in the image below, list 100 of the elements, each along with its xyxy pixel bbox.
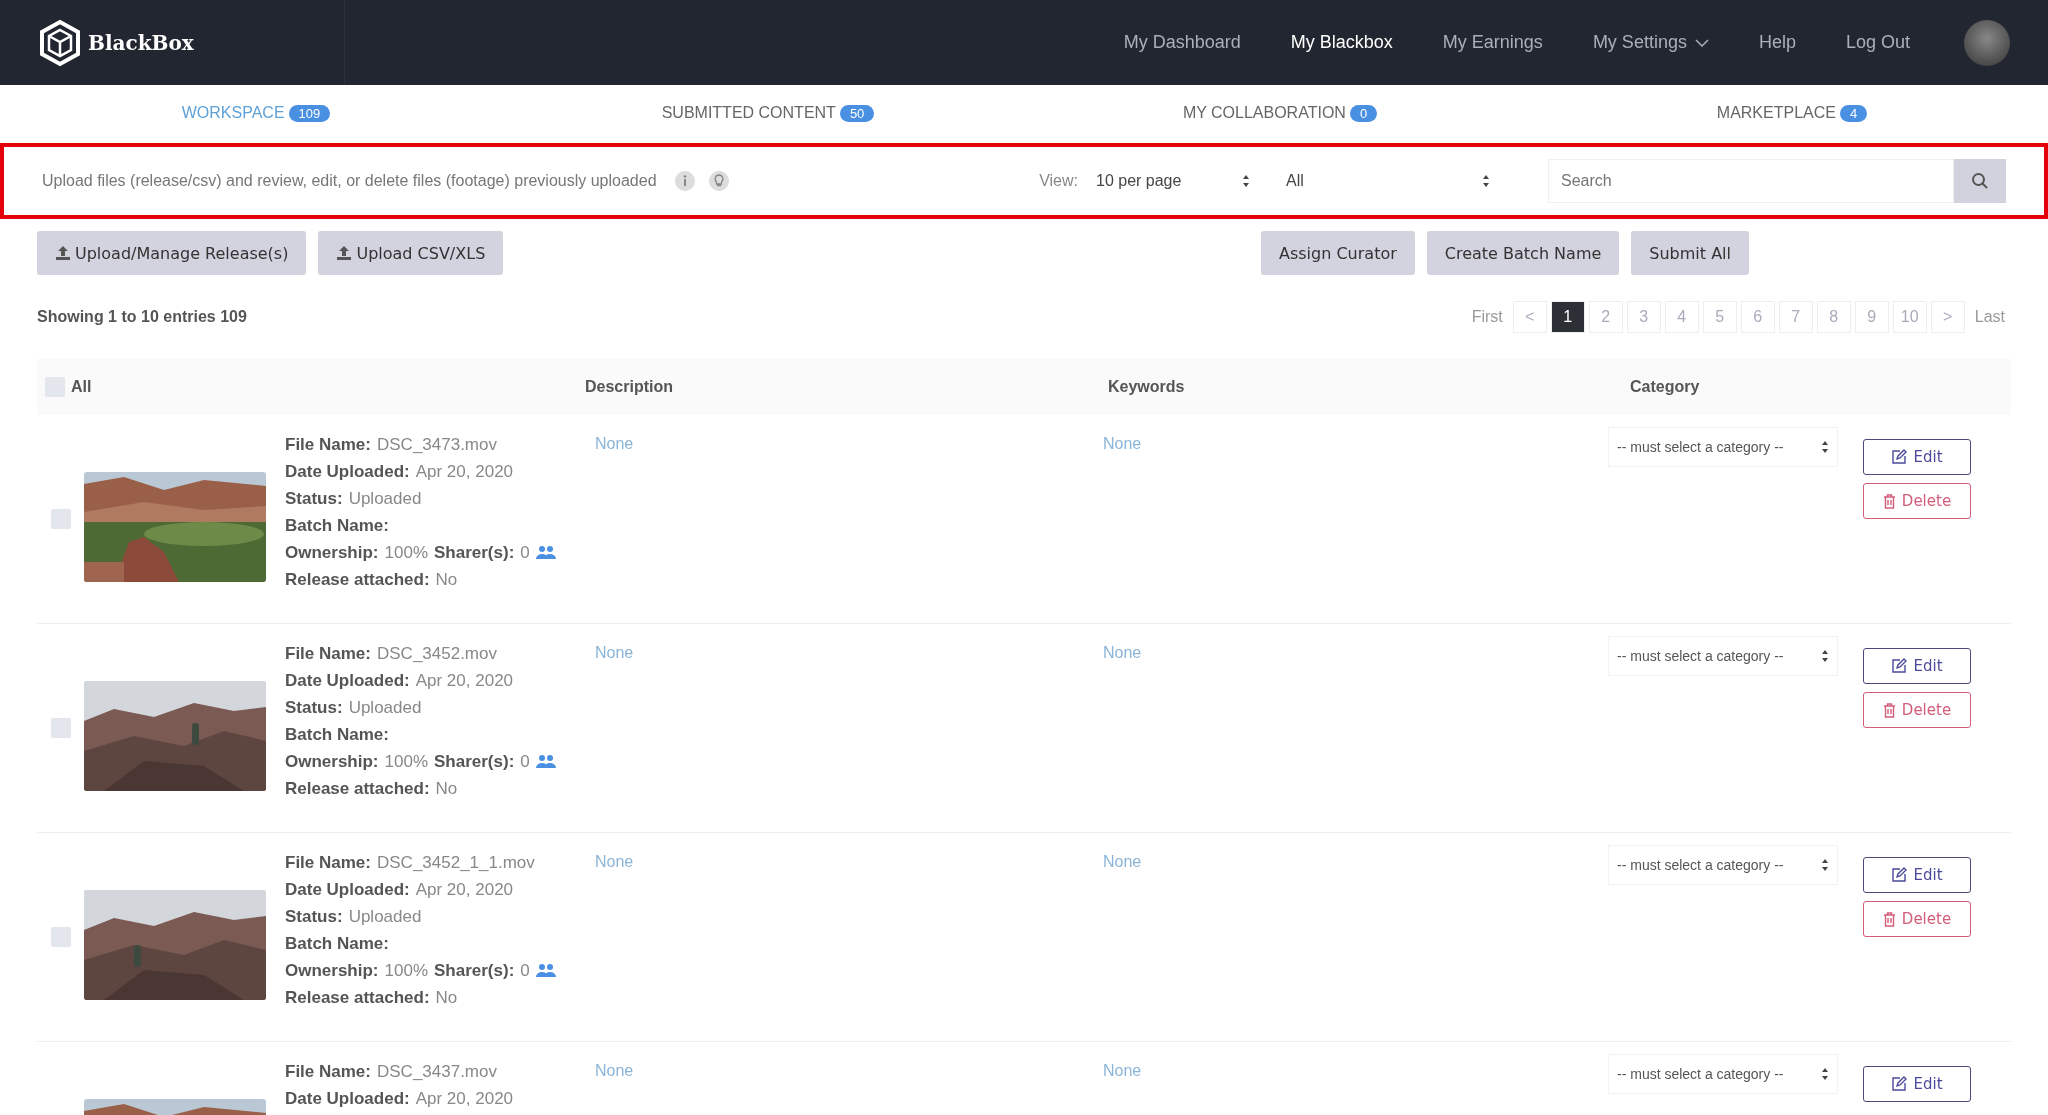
field-value: Uploaded xyxy=(348,907,422,927)
view-label: View: xyxy=(1039,172,1078,190)
filter-select[interactable]: All xyxy=(1278,161,1498,201)
action-button[interactable]: Submit All xyxy=(1631,231,1749,275)
upload-button[interactable]: Upload CSV/XLS xyxy=(318,231,504,275)
field-value: 0 xyxy=(520,543,530,563)
category-select[interactable]: -- must select a category -- xyxy=(1608,427,1838,467)
delete-button[interactable]: Delete xyxy=(1863,901,1971,937)
field-label: Batch Name: xyxy=(285,516,389,536)
nav-link[interactable]: My Dashboard xyxy=(1123,32,1241,53)
nav-link[interactable]: My Settings xyxy=(1592,32,1709,53)
field-label: Date Uploaded: xyxy=(285,880,410,900)
category-select[interactable]: -- must select a category -- xyxy=(1608,845,1838,885)
sort-arrows-icon xyxy=(1821,440,1829,454)
field-label: Release attached: xyxy=(285,988,430,1008)
description-text: None xyxy=(595,435,634,452)
nav-link[interactable]: My Earnings xyxy=(1442,32,1543,53)
field-value: 100% xyxy=(384,961,428,981)
description-text: None xyxy=(595,853,634,870)
category-select[interactable]: -- must select a category -- xyxy=(1608,636,1838,676)
field-label: Date Uploaded: xyxy=(285,462,410,482)
checkbox[interactable] xyxy=(51,509,71,529)
edit-button[interactable]: Edit xyxy=(1863,857,1971,893)
column-header: All xyxy=(71,378,92,396)
delete-button[interactable]: Delete xyxy=(1863,692,1971,728)
keywords-text: None xyxy=(1103,435,1142,452)
avatar[interactable] xyxy=(1964,19,2010,66)
tab[interactable]: SUBMITTED CONTENT 50 xyxy=(512,85,1024,141)
sort-arrows-icon xyxy=(1821,1067,1829,1081)
field-label: Status: xyxy=(285,489,343,509)
upload-icon xyxy=(55,245,71,261)
field-value: Apr 20, 2020 xyxy=(415,1089,514,1109)
per-page-select[interactable]: 10 per page xyxy=(1088,161,1258,201)
sort-arrows-icon xyxy=(1482,174,1490,188)
entries-summary: Showing 1 to 10 entries 109 xyxy=(37,308,247,326)
column-header: Keywords xyxy=(1108,378,1185,395)
field-label: File Name: xyxy=(285,853,371,873)
field-value: 100% xyxy=(384,543,428,563)
edit-icon xyxy=(1891,867,1908,883)
tab[interactable]: MY COLLABORATION 0 xyxy=(1024,85,1536,141)
field-value: Apr 20, 2020 xyxy=(415,880,514,900)
search-button[interactable] xyxy=(1954,159,2006,203)
action-button[interactable]: Assign Curator xyxy=(1261,231,1415,275)
upload-icon xyxy=(336,245,353,261)
action-button[interactable]: Create Batch Name xyxy=(1426,231,1620,275)
sort-arrows-icon xyxy=(1821,858,1829,872)
nav-link[interactable]: Help xyxy=(1758,32,1796,53)
checkbox[interactable] xyxy=(51,927,71,947)
upload-button[interactable]: Upload/Manage Release(s) xyxy=(37,231,307,275)
nav-link[interactable]: Log Out xyxy=(1845,32,1910,53)
column-header: Category xyxy=(1630,378,1700,395)
field-label: File Name: xyxy=(285,435,371,455)
edit-icon xyxy=(1891,658,1908,674)
trash-icon xyxy=(1882,493,1896,509)
count-badge: 4 xyxy=(1839,104,1868,122)
column-header: Description xyxy=(585,378,673,395)
field-label: Ownership: xyxy=(285,543,379,563)
trash-icon xyxy=(1882,911,1896,927)
field-label: Status: xyxy=(285,698,343,718)
field-value: 0 xyxy=(520,752,530,772)
sort-arrows-icon xyxy=(1821,649,1829,663)
sort-arrows-icon xyxy=(1242,174,1250,188)
field-value: No xyxy=(435,570,458,590)
keywords-text: None xyxy=(1103,853,1142,870)
field-value: Apr 20, 2020 xyxy=(415,462,514,482)
edit-button[interactable]: Edit xyxy=(1863,648,1971,684)
checkbox[interactable] xyxy=(51,718,71,738)
description-text: None xyxy=(595,644,634,661)
edit-icon xyxy=(1891,449,1908,465)
edit-icon xyxy=(1891,1076,1908,1092)
field-label: File Name: xyxy=(285,644,371,664)
field-label: Ownership: xyxy=(285,961,379,981)
delete-button[interactable]: Delete xyxy=(1863,483,1971,519)
count-badge: 109 xyxy=(288,104,331,122)
field-value: DSC_3452_1_1.mov xyxy=(377,853,535,873)
field-value: No xyxy=(435,988,458,1008)
brand-name: BlackBox xyxy=(88,30,194,55)
category-select[interactable]: -- must select a category -- xyxy=(1608,1054,1838,1094)
field-value: 0 xyxy=(520,961,530,981)
trash-icon xyxy=(1882,702,1896,718)
search-field[interactable]: Search xyxy=(1548,159,1954,203)
field-label: Batch Name: xyxy=(285,725,389,745)
edit-button[interactable]: Edit xyxy=(1863,1066,1971,1102)
people-icon[interactable] xyxy=(535,545,556,561)
field-label: Date Uploaded: xyxy=(285,1089,410,1109)
keywords-text: None xyxy=(1103,1062,1142,1079)
people-icon[interactable] xyxy=(535,754,556,770)
field-value: No xyxy=(435,779,458,799)
page-button[interactable]: 1 xyxy=(1550,301,1585,333)
tab[interactable]: MARKETPLACE 4 xyxy=(1536,85,2048,141)
page-description: Upload files (release/csv) and review, edit, or delete files (footage) previously uploaded xyxy=(42,172,657,190)
people-icon[interactable] xyxy=(535,963,556,979)
field-value: DSC_3437.mov xyxy=(377,1062,497,1082)
field-value: 100% xyxy=(384,752,428,772)
edit-button[interactable]: Edit xyxy=(1863,439,1971,475)
field-label: Release attached: xyxy=(285,779,430,799)
field-label: Ownership: xyxy=(285,752,379,772)
chevron-down-icon xyxy=(1694,38,1709,47)
field-label: Batch Name: xyxy=(285,934,389,954)
nav-link[interactable]: My Blackbox xyxy=(1290,32,1393,53)
